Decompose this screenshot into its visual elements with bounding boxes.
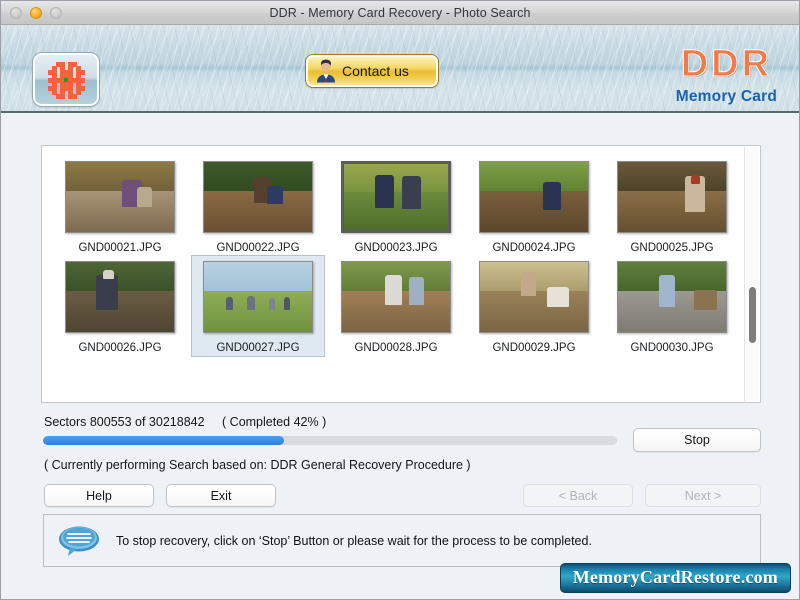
thumbnail-label: GND00029.JPG xyxy=(492,342,575,354)
info-note: To stop recovery, click on ‘Stop’ Button… xyxy=(43,514,761,567)
exit-button[interactable]: Exit xyxy=(166,484,276,507)
stop-button[interactable]: Stop xyxy=(633,428,761,452)
app-window: DDR - Memory Card Recovery - Photo Searc… xyxy=(0,0,800,600)
thumbnail-label: GND00022.JPG xyxy=(216,242,299,254)
app-icon xyxy=(33,53,99,106)
window-title: DDR - Memory Card Recovery - Photo Searc… xyxy=(1,6,799,20)
thumbnail-item[interactable]: GND00023.JPG xyxy=(330,156,462,256)
sectors-status: Sectors 800553 of 30218842 ( Completed 4… xyxy=(44,415,326,429)
photo-gallery: GND00021.JPG GND00022.JPG GND00023.JPG GND0… xyxy=(41,145,761,403)
back-button: < Back xyxy=(523,484,633,507)
scrollbar-thumb[interactable] xyxy=(749,287,756,343)
speech-bubble-icon xyxy=(58,525,100,557)
thumbnail-item[interactable]: GND00026.JPG xyxy=(54,256,186,356)
thumbnail-image[interactable] xyxy=(617,161,727,233)
next-button: Next > xyxy=(645,484,761,507)
completed-text: ( Completed 42% ) xyxy=(222,415,326,429)
thumbnail-image[interactable] xyxy=(617,261,727,333)
thumbnail-label: GND00024.JPG xyxy=(492,242,575,254)
thumbnail-item[interactable]: GND00028.JPG xyxy=(330,256,462,356)
progress-bar-fill xyxy=(43,436,284,445)
logo-sub-text: Memory Card xyxy=(676,88,777,106)
thumbnail-item[interactable]: GND00021.JPG xyxy=(54,156,186,256)
help-button[interactable]: Help xyxy=(44,484,154,507)
thumbnail-row: GND00021.JPG GND00022.JPG GND00023.JPG GND0… xyxy=(42,156,760,256)
checkerboard-icon xyxy=(48,62,84,98)
contact-us-label: Contact us xyxy=(342,63,409,79)
thumbnail-item[interactable]: GND00027.JPG xyxy=(192,256,324,356)
thumbnail-label: GND00030.JPG xyxy=(630,342,713,354)
sectors-text: Sectors 800553 of 30218842 xyxy=(44,415,205,429)
thumbnail-item[interactable]: GND00024.JPG xyxy=(468,156,600,256)
brand-logo: DDR Memory Card xyxy=(676,45,777,106)
contact-us-button[interactable]: Contact us xyxy=(306,55,438,87)
progress-bar xyxy=(43,436,617,445)
thumbnail-item[interactable]: GND00029.JPG xyxy=(468,256,600,356)
thumbnail-item[interactable]: GND00025.JPG xyxy=(606,156,738,256)
thumbnail-label: GND00026.JPG xyxy=(78,342,161,354)
brand-header: Contact us DDR Memory Card xyxy=(1,25,799,113)
thumbnail-image[interactable] xyxy=(341,161,451,233)
thumbnail-label: GND00027.JPG xyxy=(216,342,299,354)
thumbnail-grid: GND00021.JPG GND00022.JPG GND00023.JPG GND0… xyxy=(42,146,760,356)
title-bar: DDR - Memory Card Recovery - Photo Searc… xyxy=(1,1,799,25)
thumbnail-row: GND00026.JPG GND00027.JPG GND00028.JPG GND0… xyxy=(42,256,760,356)
thumbnail-label: GND00021.JPG xyxy=(78,242,161,254)
thumbnail-image[interactable] xyxy=(65,161,175,233)
thumbnail-item[interactable]: GND00030.JPG xyxy=(606,256,738,356)
thumbnail-image[interactable] xyxy=(65,261,175,333)
thumbnail-image[interactable] xyxy=(479,261,589,333)
thumbnail-image[interactable] xyxy=(479,161,589,233)
thumbnail-image[interactable] xyxy=(203,161,313,233)
thumbnail-image[interactable] xyxy=(341,261,451,333)
watermark-banner: MemoryCardRestore.com xyxy=(560,563,791,593)
thumbnail-item[interactable]: GND00022.JPG xyxy=(192,156,324,256)
thumbnail-label: GND00028.JPG xyxy=(354,342,437,354)
main-body: GND00021.JPG GND00022.JPG GND00023.JPG GND0… xyxy=(1,113,799,599)
thumbnail-label: GND00025.JPG xyxy=(630,242,713,254)
info-note-text: To stop recovery, click on ‘Stop’ Button… xyxy=(116,534,592,548)
search-status-text: ( Currently performing Search based on: … xyxy=(44,458,471,472)
thumbnail-image[interactable] xyxy=(203,261,313,333)
gallery-scrollbar[interactable] xyxy=(744,147,759,401)
person-icon xyxy=(315,59,337,83)
thumbnail-label: GND00023.JPG xyxy=(354,242,437,254)
logo-ddr-text: DDR xyxy=(676,45,777,83)
